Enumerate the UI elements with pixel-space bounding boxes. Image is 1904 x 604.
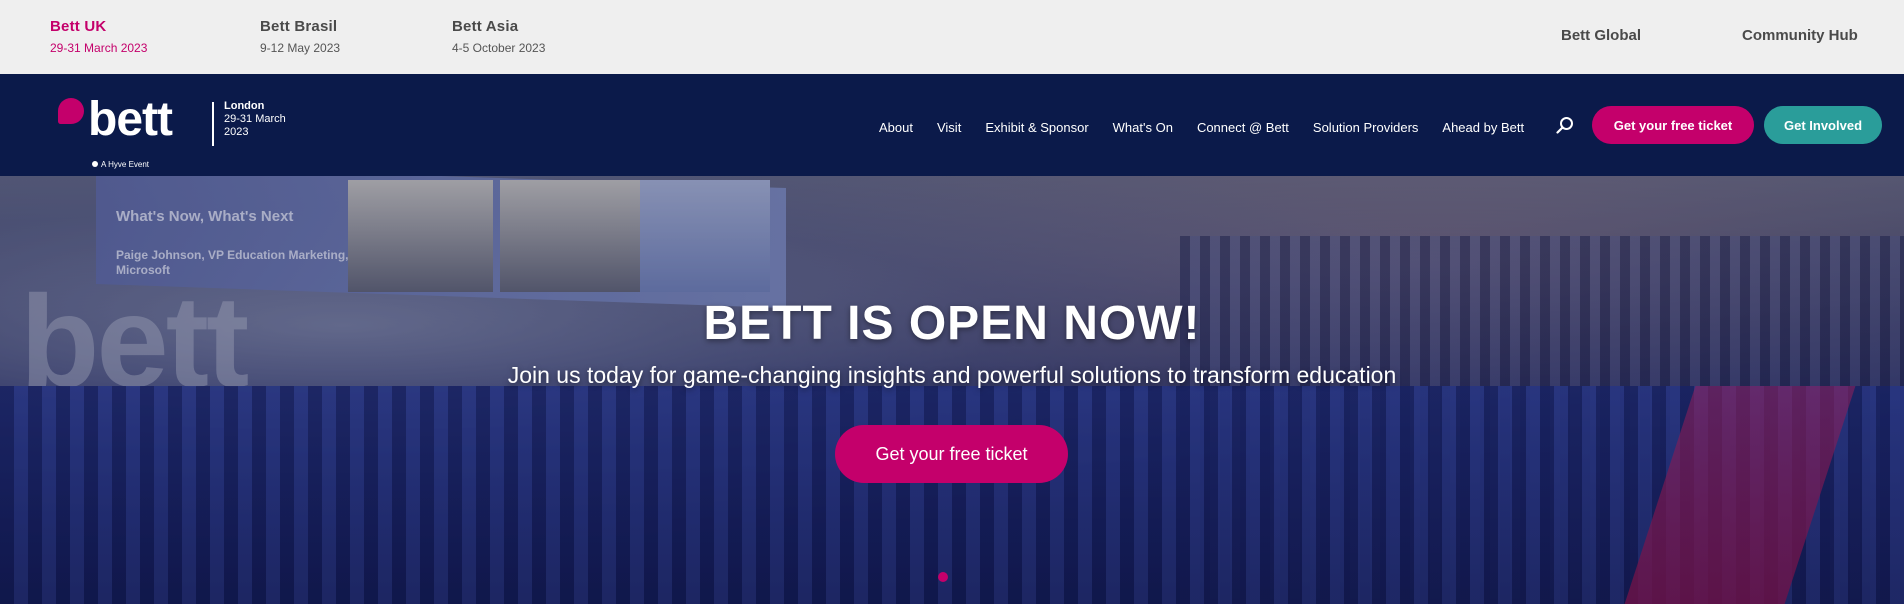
search-icon[interactable] <box>1556 116 1574 134</box>
nav-whats-on[interactable]: What's On <box>1113 120 1173 135</box>
event-name: Bett UK <box>50 18 107 35</box>
carousel-indicator[interactable] <box>938 572 948 582</box>
event-name: Bett Asia <box>452 18 519 35</box>
nav-solution-providers[interactable]: Solution Providers <box>1313 120 1419 135</box>
nav-exhibit-sponsor[interactable]: Exhibit & Sponsor <box>985 120 1088 135</box>
event-bett-asia[interactable]: Bett Asia 4-5 October 2023 <box>452 18 545 55</box>
event-date: 29-31 March 2023 <box>50 41 148 55</box>
main-navbar: bett A Hyve Event London 29-31 March 202… <box>0 74 1904 176</box>
event-date: 9-12 May 2023 <box>260 41 341 55</box>
logo-dates: 29-31 March <box>224 113 286 125</box>
hero-headline: BETT IS OPEN NOW! <box>703 297 1201 350</box>
logo-event-info: London 29-31 March 2023 <box>224 100 286 139</box>
nav-ahead-by-bett[interactable]: Ahead by Bett <box>1442 120 1524 135</box>
hero-ticket-button[interactable]: Get your free ticket <box>835 425 1068 483</box>
logo-divider <box>212 102 214 146</box>
event-bar: Bett UK 29-31 March 2023 Bett Brasil 9-1… <box>0 0 1904 74</box>
hero-subheadline: Join us today for game-changing insights… <box>507 362 1397 388</box>
logo-city: London <box>224 100 265 112</box>
hero-banner: What's Now, What's Next Paige Johnson, V… <box>0 176 1904 604</box>
event-bett-brasil[interactable]: Bett Brasil 9-12 May 2023 <box>260 18 340 55</box>
community-hub-link[interactable]: Community Hub <box>1742 27 1858 44</box>
get-involved-button[interactable]: Get Involved <box>1764 106 1882 144</box>
bett-global-link[interactable]: Bett Global <box>1561 27 1641 44</box>
nav-connect-bett[interactable]: Connect @ Bett <box>1197 120 1289 135</box>
logo-year: 2023 <box>224 126 249 138</box>
nav-visit[interactable]: Visit <box>937 120 961 135</box>
primary-nav: About Visit Exhibit & Sponsor What's On … <box>879 120 1548 135</box>
get-free-ticket-button[interactable]: Get your free ticket <box>1592 106 1754 144</box>
event-name: Bett Brasil <box>260 18 338 35</box>
logo-tagline: A Hyve Event <box>92 160 149 169</box>
logo-wordmark: bett <box>88 93 173 146</box>
bett-logo[interactable]: bett A Hyve Event London 29-31 March 202… <box>58 93 298 169</box>
hero-overlay <box>0 176 1904 604</box>
logo-dot <box>58 98 84 124</box>
event-date: 4-5 October 2023 <box>452 41 546 55</box>
event-bett-uk[interactable]: Bett UK 29-31 March 2023 <box>50 18 147 55</box>
nav-about[interactable]: About <box>879 120 913 135</box>
